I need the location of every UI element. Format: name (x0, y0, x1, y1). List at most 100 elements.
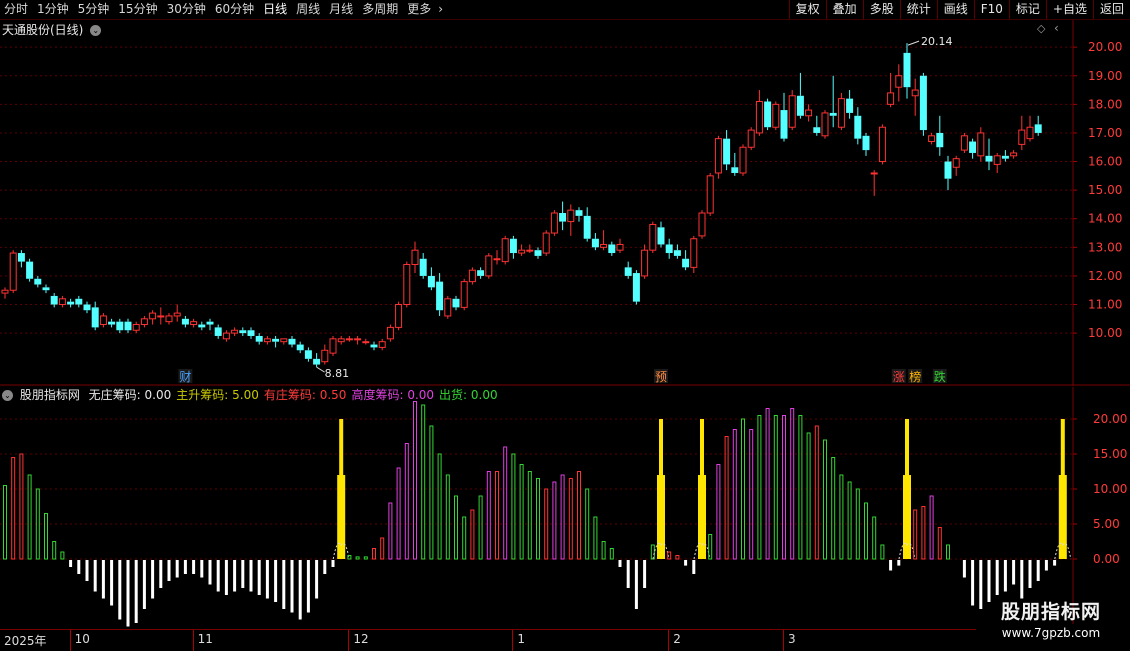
candle-body (534, 250, 542, 256)
candle (641, 244, 649, 279)
candle (952, 155, 960, 176)
candle-body (928, 135, 936, 143)
candle (657, 221, 665, 248)
candle-body (870, 172, 878, 175)
indicator-chevron-icon[interactable]: ⌄ (2, 390, 13, 401)
candle-body (190, 321, 198, 326)
toolbar-button-5[interactable]: F10 (973, 0, 1009, 19)
indicator-bar (454, 495, 458, 560)
candle (739, 144, 747, 176)
candle (837, 92, 845, 131)
period-tab-2[interactable]: 5分钟 (74, 0, 115, 19)
candle-body (1018, 129, 1026, 145)
indicator-bar (847, 481, 852, 560)
candle (83, 301, 91, 314)
period-tab-8[interactable]: 月线 (325, 0, 358, 19)
candle-body (723, 138, 731, 165)
candle (747, 127, 755, 151)
indicator-item-0: 无庄筹码: 0.00 (89, 388, 172, 402)
candle-body (321, 349, 329, 363)
candle-body (214, 327, 222, 336)
toolbar-button-6[interactable]: 标记 (1008, 0, 1046, 19)
period-tab-4[interactable]: 30分钟 (163, 0, 211, 19)
candle-body (731, 167, 739, 173)
toolbar-button-4[interactable]: 画线 (936, 0, 974, 19)
indicator-bar (347, 555, 352, 560)
period-tab-3[interactable]: 15分钟 (114, 0, 162, 19)
price-tick-label: 17.00 (1088, 126, 1122, 140)
event-marker[interactable]: 涨 (893, 369, 905, 384)
candle (723, 130, 731, 171)
candle-body (444, 298, 452, 317)
candle (509, 235, 517, 259)
indicator-bar (85, 560, 89, 581)
candle (329, 335, 337, 356)
indicator-bar (118, 560, 122, 620)
toolbar-button-3[interactable]: 统计 (899, 0, 937, 19)
candle (304, 347, 312, 362)
candle (239, 327, 247, 336)
candle-body (99, 315, 107, 326)
candle-body (649, 223, 657, 251)
candle (247, 327, 255, 339)
candle-body (181, 318, 189, 325)
toolbar-button-8[interactable]: 返回 (1092, 0, 1130, 19)
event-marker[interactable]: 预 (655, 370, 667, 384)
indicator-bar (175, 560, 179, 578)
price-chart[interactable]: 20.00 19.00 18.00 17.00 16.00 15.00 14.00 13.00… (0, 20, 1130, 386)
indicator-bar (593, 516, 598, 560)
chevron-left-icon[interactable]: ‹ (1054, 21, 1059, 35)
indicator-chart[interactable]: 20.00 15.00 10.00 5.00 0.00 (0, 387, 1130, 629)
event-marker[interactable]: 财 (179, 370, 191, 384)
indicator-item-4: 出货: 0.00 (439, 388, 498, 402)
indicator-bar (167, 560, 171, 581)
candle-body (296, 344, 304, 351)
indicator-bar (495, 471, 499, 560)
chevron-down-icon[interactable]: ⌄ (90, 25, 102, 36)
candle-body (755, 100, 763, 134)
chevron-right-icon[interactable]: › (436, 0, 445, 19)
candle-body (518, 249, 526, 254)
toolbar-button-2[interactable]: 多股 (862, 0, 900, 19)
period-tab-10[interactable]: 更多 (403, 0, 436, 19)
candle-body (354, 338, 362, 341)
indicator-bar (601, 541, 606, 560)
period-tab-5[interactable]: 60分钟 (211, 0, 259, 19)
indicator-bar (536, 478, 540, 560)
toolbar-button-1[interactable]: 叠加 (825, 0, 863, 19)
candle (649, 221, 657, 254)
period-tab-7[interactable]: 周线 (292, 0, 325, 19)
candle-body (477, 270, 485, 276)
candle-body (796, 95, 804, 116)
candle-body (559, 213, 567, 222)
candle-body (985, 155, 993, 162)
period-tab-0[interactable]: 分时 (0, 0, 33, 19)
indicator-item-label: 高度筹码: (351, 388, 404, 402)
period-tab-9[interactable]: 多周期 (358, 0, 403, 19)
candle (903, 43, 911, 99)
candle (280, 338, 288, 345)
candle (714, 135, 722, 179)
event-marker[interactable]: 榜 (909, 369, 921, 384)
candle (477, 267, 485, 279)
event-marker[interactable]: 跌 (934, 369, 946, 384)
diamond-icon[interactable]: ◇ (1037, 22, 1045, 35)
indicator-bar (657, 475, 665, 559)
candle (534, 247, 542, 259)
candle (485, 253, 493, 279)
candle (17, 250, 25, 268)
candle (263, 335, 271, 345)
indicator-values: 无庄筹码: 0.00 主升筹码: 5.00 有庄筹码: 0.50 高度筹码: 0.00… (84, 388, 498, 402)
period-tab-6[interactable]: 日线 (259, 0, 292, 19)
indicator-bar (675, 555, 680, 560)
toolbar-button-7[interactable]: +自选 (1045, 0, 1093, 19)
candle-body (67, 301, 75, 305)
period-tabs: 分时 1分钟 5分钟 15分钟 30分钟 60分钟 日线 周线 月线 多周期 更多 › (0, 0, 445, 19)
period-tab-1[interactable]: 1分钟 (33, 0, 74, 19)
toolbar-button-0[interactable]: 复权 (788, 0, 826, 19)
indicator-bar (306, 560, 310, 613)
candle (1010, 150, 1018, 159)
indicator-bar (609, 548, 614, 560)
indicator-bar (790, 408, 795, 560)
indicator-bar (1044, 560, 1048, 571)
